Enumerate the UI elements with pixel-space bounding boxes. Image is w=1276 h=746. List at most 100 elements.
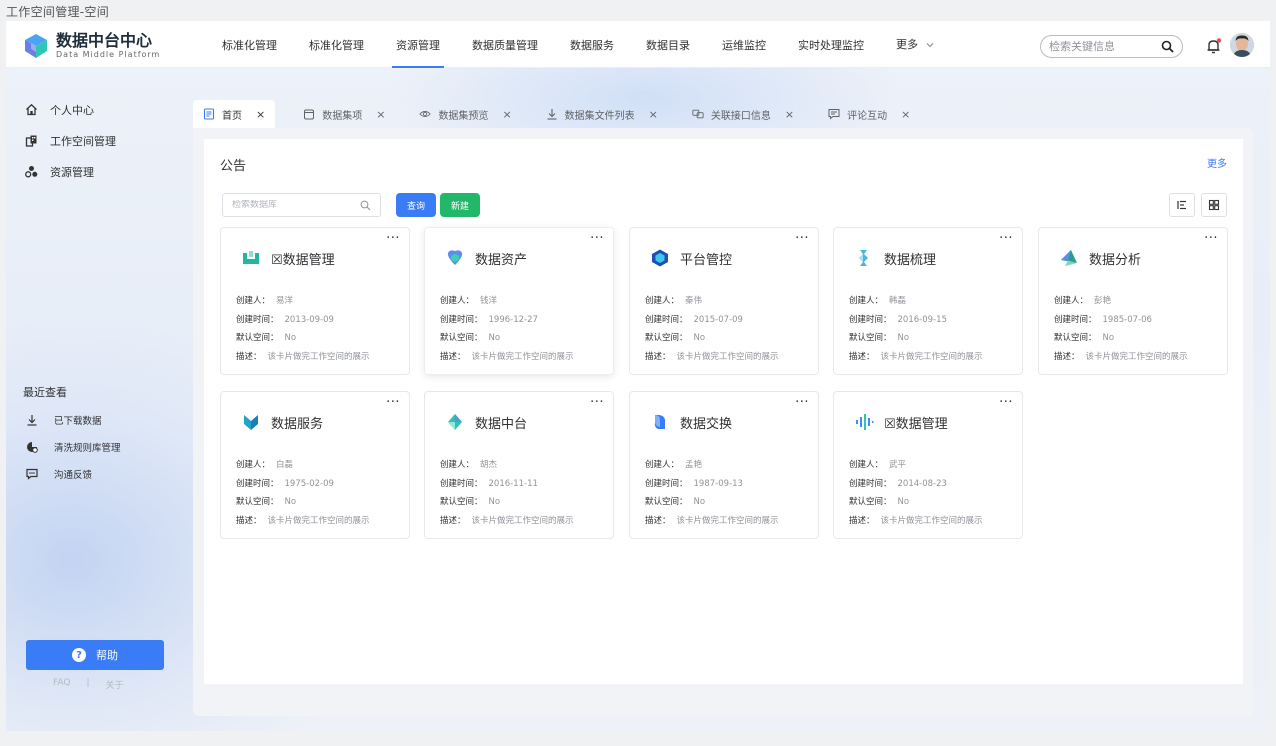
query-button[interactable]: 查询 [396,193,436,217]
tab-dataset-file-list[interactable]: 数据集文件列表 × [536,100,668,128]
workspace-card[interactable]: ··· 数据中台 创建人： 胡杰 创建时间： 2016-11-11 默认空间： No … [424,391,614,539]
recent-item-downloaded-data[interactable]: 已下载数据 [6,406,193,433]
nav-more[interactable]: 更多 [884,21,946,68]
close-icon[interactable]: × [376,108,385,121]
nav-item-standardization-1[interactable]: 标准化管理 [210,21,289,68]
card-menu-icon[interactable]: ··· [1204,231,1218,246]
tab-comments[interactable]: 评论互动 × [818,100,920,128]
creator-value: 胡杰 [480,460,498,470]
creator-value: 彭艳 [1094,296,1112,306]
default-space-label: 默认空间： [645,497,688,507]
workspace-card[interactable]: ··· 数据资产 创建人： 钱洋 创建时间： 1996-12-27 默认空间： No … [424,227,614,375]
description-label: 描述： [645,351,671,362]
description-label: 描述： [236,351,262,362]
close-icon[interactable]: × [901,108,910,121]
data-platform-icon [448,414,462,430]
database-search-input[interactable] [232,200,360,210]
creator-label: 创建人： [440,460,475,470]
card-title: 平台管控 [680,253,733,268]
description-label: 描述： [849,515,875,526]
created-time-label: 创建时间： [645,478,688,489]
workspace-card[interactable]: ··· ☒数据管理 创建人： 易洋 创建时间： 2013-09-09 默认空间： No… [220,227,410,375]
search-icon[interactable] [1161,40,1174,53]
card-menu-icon[interactable]: ··· [590,395,604,410]
faq-link[interactable]: FAQ [53,678,70,691]
sidebar-item-personal-center[interactable]: 个人中心 [6,94,193,125]
created-time-label: 创建时间： [236,314,279,325]
creator-label: 创建人： [1054,296,1089,306]
download-icon [26,414,38,426]
logo[interactable]: 数据中台中心 Data Middle Platform [22,32,160,60]
creator-label: 创建人： [849,296,884,306]
help-button[interactable]: ? 帮助 [26,640,164,670]
workspace-card[interactable]: ··· ☒数据管理 创建人： 武平 创建时间： 2014-08-23 默认空间： No… [833,391,1023,539]
card-menu-icon[interactable]: ··· [999,395,1013,410]
tab-linked-api-info[interactable]: 关联接口信息 × [682,100,804,128]
data-management-icon [243,251,259,264]
nav-item-ops-monitor[interactable]: 运维监控 [710,21,778,68]
description-label: 描述： [236,515,262,526]
data-wave-icon [856,414,874,430]
card-menu-icon[interactable]: ··· [795,231,809,246]
new-button[interactable]: 新建 [440,193,480,217]
recent-item-cleaning-rules[interactable]: 清洗规则库管理 [6,433,193,460]
card-menu-icon[interactable]: ··· [386,395,400,410]
tab-dataset-items[interactable]: 数据集项 × [293,100,395,128]
grid-view-button[interactable] [1201,193,1227,217]
data-exchange-icon [654,414,665,429]
creator-value: 易洋 [276,296,294,306]
top-search [1040,35,1183,58]
card-menu-icon[interactable]: ··· [999,231,1013,246]
main-area: 首页 × 数据集项 × 数据集预览 × 数据集文件列表 × 关联接口信息 × 评… [193,100,1253,716]
sidebar-item-resource-management[interactable]: 资源管理 [6,156,193,187]
created-time-label: 创建时间： [236,478,279,489]
description-label: 描述： [440,515,466,526]
creator-label: 创建人： [849,460,884,470]
notification-bell-icon[interactable] [1205,37,1223,55]
card-menu-icon[interactable]: ··· [386,231,400,246]
search-icon[interactable] [360,200,371,211]
nav-item-realtime-monitor[interactable]: 实时处理监控 [786,21,876,68]
logo-subtitle: Data Middle Platform [56,50,161,59]
workspace-card[interactable]: ··· 平台管控 创建人： 秦伟 创建时间： 2015-07-09 默认空间： No … [629,227,819,375]
description-value: 该卡片做完工作空间的展示 [880,515,983,526]
card-title: 数据分析 [1089,253,1142,268]
user-avatar[interactable] [1230,33,1254,57]
nav-item-data-catalog[interactable]: 数据目录 [634,21,702,68]
link-icon [692,108,704,120]
card-menu-icon[interactable]: ··· [590,231,604,246]
question-icon: ? [72,648,86,662]
tab-dataset-preview[interactable]: 数据集预览 × [409,100,521,128]
close-icon[interactable]: × [256,108,265,121]
default-space-label: 默认空间： [645,333,688,343]
top-search-input[interactable] [1049,40,1159,53]
nav-item-resource-management[interactable]: 资源管理 [384,21,452,68]
about-link[interactable]: 关于 [105,678,123,691]
recent-item-feedback[interactable]: 沟通反馈 [6,460,193,487]
platform-control-icon [652,249,668,267]
default-space-value: No [1102,333,1115,343]
created-time-value: 2015-07-09 [693,314,743,325]
nav-item-standardization-2[interactable]: 标准化管理 [297,21,376,68]
card-title: 数据资产 [475,253,528,268]
close-icon[interactable]: × [785,108,794,121]
description-label: 描述： [849,351,875,362]
sidebar-item-workspace-management[interactable]: 工作空间管理 [6,125,193,156]
tab-home[interactable]: 首页 × [193,100,276,128]
nav-item-data-quality[interactable]: 数据质量管理 [460,21,550,68]
nav-item-data-service[interactable]: 数据服务 [558,21,626,68]
workspace-card[interactable]: ··· 数据交换 创建人： 孟艳 创建时间： 1987-09-13 默认空间： No … [629,391,819,539]
created-time-value: 2016-11-11 [488,478,538,489]
default-space-label: 默认空间： [236,333,279,343]
download-icon [546,108,558,120]
workspace-card[interactable]: ··· 数据服务 创建人： 白磊 创建时间： 1975-02-09 默认空间： No … [220,391,410,539]
description-label: 描述： [1054,351,1080,362]
creator-value: 武平 [889,460,907,470]
list-view-button[interactable] [1169,193,1195,217]
more-link[interactable]: 更多 [1207,155,1227,170]
workspace-card[interactable]: ··· 数据分析 创建人： 彭艳 创建时间： 1985-07-06 默认空间： No … [1038,227,1228,375]
close-icon[interactable]: × [649,108,658,121]
card-menu-icon[interactable]: ··· [795,395,809,410]
close-icon[interactable]: × [502,108,511,121]
workspace-card[interactable]: ··· 数据梳理 创建人： 韩磊 创建时间： 2016-09-15 默认空间： No … [833,227,1023,375]
